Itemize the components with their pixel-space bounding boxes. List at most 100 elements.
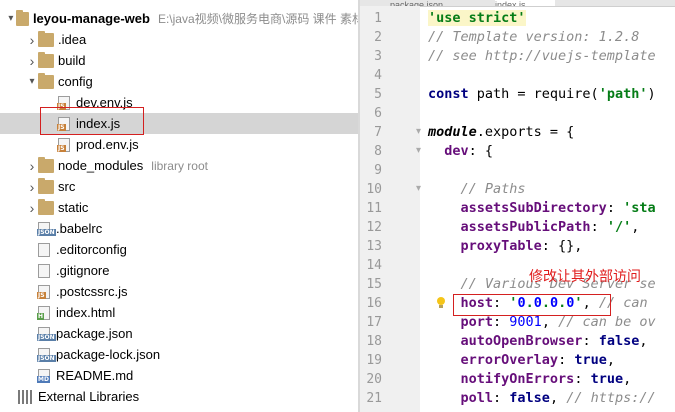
tree-item-babelrc[interactable]: JSON .babelrc [0,218,358,239]
code-editor[interactable]: package.json index.js 1'use strict' 2// T… [360,0,675,412]
tree-item-package-lock-json[interactable]: JSON package-lock.json [0,344,358,365]
line-number: 3 [374,49,382,64]
line-number: 18 [366,334,382,349]
line-number: 20 [366,372,382,387]
tree-item-index-html[interactable]: Hindex.html [0,302,358,323]
chevron-down-icon[interactable]: ▾ [6,13,16,24]
tree-item-config[interactable]: ▾ config [0,71,358,92]
code-line[interactable]: 'use strict' [428,10,526,26]
code-line[interactable]: // Template version: 1.2.8 [428,29,639,45]
code-line[interactable]: // see http://vuejs-template [428,48,656,64]
plain-file-icon [38,242,50,257]
tree-item-label: leyou-manage-web [32,11,150,26]
line-number: 17 [366,315,382,330]
tree-item-label: .idea [58,32,87,47]
code-line[interactable]: dev: { [428,143,493,159]
tree-item-idea[interactable]: › .idea [0,29,358,50]
tree-item-label: .editorconfig [56,242,127,257]
line-number: 6 [374,106,382,121]
file-type-badge: JS [57,102,66,110]
tree-item-leyou-manage-web[interactable]: ▾ leyou-manage-web E:\java视频\微服务电商\源码 课件 素… [0,8,358,29]
code-line[interactable]: port: 9001, // can be ov [428,314,656,330]
line-number: 4 [374,68,382,83]
tree-item-label: config [58,74,93,89]
line-number: 1 [374,11,382,26]
tree-item-label: README.md [56,368,134,383]
json-file-icon: JSON [37,326,56,341]
plain-file-icon [38,263,50,278]
tree-item-index-js[interactable]: JS index.js [0,113,358,134]
chevron-right-icon[interactable]: › [26,158,38,174]
js-file-icon: JS [57,95,70,110]
code-line[interactable]: poll: false, // https:// [428,390,656,406]
chevron-right-icon[interactable]: › [26,53,38,69]
tree-item-external-libraries[interactable]: External Libraries [0,386,358,407]
tree-item-label: package-lock.json [56,347,161,362]
code-line[interactable]: host: '0.0.0.0', // can [428,295,648,311]
folder-icon [15,9,29,26]
tree-item-label: index.html [56,305,116,320]
code-line[interactable]: errorOverlay: true, [428,352,615,368]
tree-item-package-json[interactable]: JSON package.json [0,323,358,344]
line-number: 15 [366,277,382,292]
tab-index-js[interactable]: index.js [495,0,555,6]
file-type-badge: MD [37,375,50,383]
file-type-badge: H [37,312,45,320]
json-file-icon: JSON [37,347,56,362]
tree-item-postcssrc-js[interactable]: JS .postcssrc.js [0,281,358,302]
js-file-icon: JS [57,116,70,131]
folder-icon [38,30,54,47]
folder-icon [38,51,54,68]
tree-item-label: .gitignore [56,263,110,278]
tree-item-prod-env-js[interactable]: JS prod.env.js [0,134,358,155]
tree-item-label: .babelrc [56,221,103,236]
line-number: 16 [366,296,382,311]
tree-item-label: .postcssrc.js [56,284,128,299]
fold-marker-icon[interactable]: ▾ [416,126,424,137]
code-line[interactable]: const path = require('path') [428,86,656,102]
library-icon [18,389,34,404]
line-number: 2 [374,30,382,45]
tree-item-static[interactable]: › static [0,197,358,218]
file-type-badge: JSON [37,228,56,236]
chevron-right-icon[interactable]: › [26,32,38,48]
file-type-badge: JS [37,291,46,299]
chevron-right-icon[interactable]: › [26,200,38,216]
tree-item-readme-md[interactable]: MD README.md [0,365,358,386]
line-number: 11 [366,201,382,216]
annotation-text: 修改让其外部访问 [529,268,641,284]
line-number: 19 [366,353,382,368]
json-file-icon: JSON [37,221,56,236]
tree-item-label: index.js [76,116,121,131]
line-number: 7 [374,125,382,140]
chevron-right-icon[interactable]: › [26,179,38,195]
html-file-icon: H [37,305,50,320]
js-file-icon: JS [37,284,50,299]
fold-marker-icon[interactable]: ▾ [416,145,424,156]
md-file-icon: MD [37,368,50,383]
tree-item-src[interactable]: › src [0,176,358,197]
folder-icon [38,156,54,173]
line-number: 21 [366,391,382,406]
code-line[interactable]: proxyTable: {}, [428,238,583,254]
chevron-down-icon[interactable]: ▾ [26,76,38,87]
tree-item-editorconfig[interactable]: .editorconfig [0,239,358,260]
code-line[interactable]: module.exports = { [428,124,574,140]
lightbulb-icon[interactable] [436,296,446,309]
js-file-icon: JS [57,137,70,152]
code-line[interactable]: assetsPublicPath: '/', [428,219,640,235]
tree-item-label: dev.env.js [76,95,133,110]
tree-item-build[interactable]: › build [0,50,358,71]
tree-item-label: prod.env.js [76,137,139,152]
tree-item-dev-env-js[interactable]: JS dev.env.js [0,92,358,113]
line-number: 9 [374,163,382,178]
code-line[interactable]: // Paths [428,181,526,197]
code-line[interactable]: assetsSubDirectory: 'sta [428,200,656,216]
folder-icon [38,177,54,194]
code-line[interactable]: autoOpenBrowser: false, [428,333,648,349]
tree-item-gitignore[interactable]: .gitignore [0,260,358,281]
tree-item-node-modules[interactable]: › node_modules library root [0,155,358,176]
fold-marker-icon[interactable]: ▾ [416,183,424,194]
code-line[interactable]: notifyOnErrors: true, [428,371,632,387]
file-type-badge: JSON [37,333,56,341]
